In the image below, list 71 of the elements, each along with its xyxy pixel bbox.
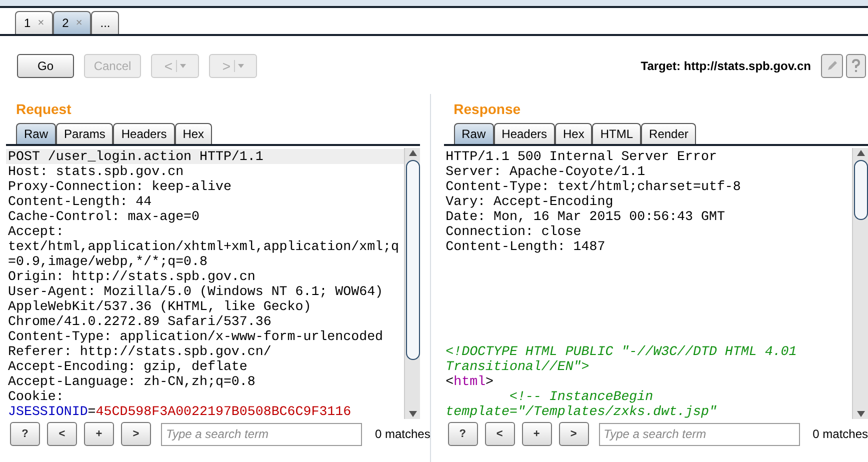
code-line: Chrome/41.0.2272.89 Safari/537.36: [7, 314, 272, 329]
code-line: Server: Apache-Coyote/1.1: [444, 164, 646, 179]
scroll-thumb[interactable]: [854, 160, 868, 220]
caret-icon: [180, 64, 186, 68]
search-nav-button[interactable]: <: [47, 422, 77, 446]
scroll-thumb[interactable]: [406, 160, 420, 360]
code-line: text/html,application/xhtml+xml,application/xml;q: [7, 239, 400, 254]
target-label: Target: http://stats.spb.gov.cn: [640, 58, 811, 75]
view-tab[interactable]: Render: [641, 123, 696, 144]
session-tab[interactable]: ...: [91, 11, 120, 34]
code-line: template="/Templates/zxks.dwt.jsp": [444, 404, 718, 419]
scrollbar[interactable]: [852, 148, 868, 419]
view-tab[interactable]: Headers: [494, 123, 556, 144]
code-line: =0.9,image/webp,*/*;q=0.8: [7, 254, 208, 269]
code-line: Referer: http://stats.spb.gov.cn/: [7, 344, 272, 359]
code-line: Vary: Accept-Encoding: [444, 194, 614, 209]
code-line: Origin: http://stats.spb.gov.cn: [7, 269, 256, 284]
match-count: 0 matches: [375, 426, 430, 443]
match-count: 0 matches: [812, 426, 868, 443]
code-line: AppleWebKit/537.36 (KHTML, like Gecko): [7, 299, 312, 314]
code-line: Proxy-Connection: keep-alive: [7, 179, 232, 194]
search-nav-button[interactable]: >: [121, 422, 151, 446]
scroll-up-icon[interactable]: [408, 148, 417, 158]
code-line: Host: stats.spb.gov.cn: [7, 164, 185, 179]
session-tab[interactable]: 2 ×: [53, 11, 92, 34]
code-line: Cache-Control: max-age=0: [7, 209, 201, 224]
session-tab[interactable]: 1 ×: [15, 11, 54, 34]
view-tab[interactable]: Params: [56, 123, 114, 144]
caret-icon: [238, 64, 244, 68]
code-line: Content-Length: 44: [7, 194, 153, 209]
view-tab[interactable]: Hex: [555, 123, 592, 144]
code-line: Transitional//EN">: [444, 359, 590, 374]
help-button[interactable]: [846, 54, 866, 78]
scroll-down-icon[interactable]: [856, 409, 864, 419]
search-nav-button[interactable]: +: [84, 422, 114, 446]
view-tab[interactable]: Hex: [174, 123, 212, 144]
search-field[interactable]: Type a search term: [598, 422, 800, 446]
view-tab[interactable]: Raw: [454, 123, 494, 144]
search-nav-button[interactable]: ?: [10, 422, 40, 446]
code-line: Date: Mon, 16 Mar 2015 00:56:43 GMT: [444, 209, 726, 224]
search-nav-button[interactable]: +: [522, 422, 552, 446]
search-nav-button[interactable]: >: [558, 422, 589, 446]
panel-title: Request: [15, 100, 72, 119]
code-line: Content-Length: 1487: [444, 239, 606, 254]
pencil-icon: [826, 60, 838, 72]
code-line: Connection: close: [444, 224, 582, 239]
search-field[interactable]: Type a search term: [161, 422, 362, 446]
view-tab[interactable]: Headers: [113, 123, 175, 144]
scrollbar[interactable]: [404, 148, 420, 419]
view-tab[interactable]: Raw: [16, 123, 56, 144]
code-line: <!DOCTYPE HTML PUBLIC "-//W3C//DTD HTML 4.01: [444, 344, 798, 359]
code-line: HTTP/1.1 500 Internal Server Error: [444, 149, 718, 164]
scroll-down-icon[interactable]: [408, 409, 417, 419]
code-line: Content-Type: application/x-www-form-urlencoded: [7, 329, 384, 344]
toolbar-button[interactable]: Go: [17, 54, 74, 78]
view-tab[interactable]: HTML: [592, 123, 642, 144]
code-line: <!-- InstanceBegin: [508, 389, 654, 404]
code-line: Content-Type: text/html;charset=utf-8: [444, 179, 742, 194]
edit-button[interactable]: [821, 54, 843, 78]
panel-title: Response: [452, 100, 522, 119]
search-nav-button[interactable]: ?: [448, 422, 478, 446]
code-line: User-Agent: Mozilla/5.0 (Windows NT 6.1; WOW64): [7, 284, 384, 299]
code-line: <html>: [444, 374, 495, 389]
code-line: JSESSIONID=45CD598F3A0022197B0508BC6C9F3116: [7, 404, 352, 419]
help-icon: [852, 59, 860, 73]
code-line: Accept:: [7, 224, 65, 239]
code-line: Accept-Encoding: gzip, deflate: [7, 359, 248, 374]
search-nav-button[interactable]: <: [484, 422, 515, 446]
code-line: Cookie:: [7, 389, 65, 404]
scroll-up-icon[interactable]: [856, 148, 864, 158]
code-line: Accept-Language: zh-CN,zh;q=0.8: [7, 374, 256, 389]
